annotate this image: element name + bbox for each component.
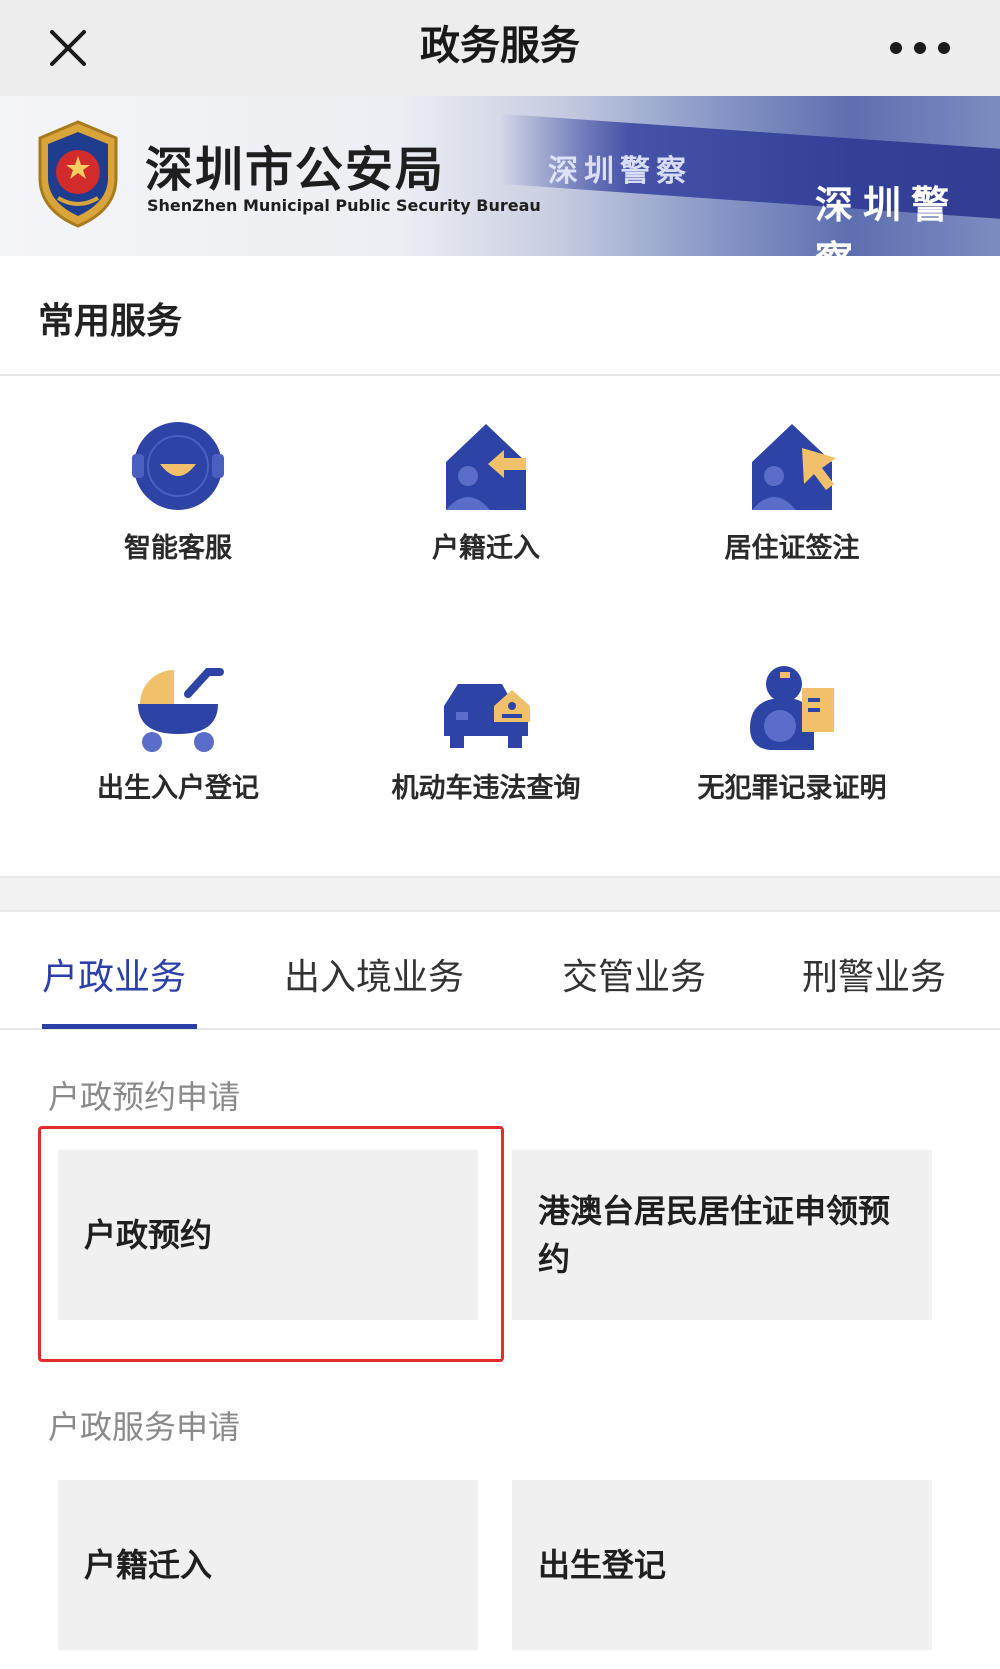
group-label-household-service: 户政服务申请 (48, 1408, 241, 1446)
house-arrow-icon (446, 424, 526, 510)
common-services-grid: 智能客服 户籍迁入 居住证签注 出生入户登记 机动车违法查询 无犯罪记录证明 (0, 378, 1000, 876)
page-title: 政务服务 (420, 23, 580, 69)
service-label: 机动车违法查询 (391, 773, 581, 804)
more-dots-icon (890, 42, 950, 54)
tab-household-affairs[interactable]: 户政业务 (42, 948, 186, 1000)
active-tab-indicator (42, 1024, 197, 1029)
service-label: 智能客服 (124, 533, 232, 564)
section-title: 常用服务 (38, 301, 183, 342)
service-residence-permit-endorsement[interactable]: 居住证签注 (642, 418, 942, 618)
banner-stripe-text-right: 深圳警察 (815, 183, 960, 256)
service-birth-registration[interactable]: 出生入户登记 (28, 658, 328, 858)
group-label-household-appointment: 户政预约申请 (48, 1078, 241, 1116)
car-house-icon (444, 684, 530, 748)
police-emblem-icon (38, 120, 118, 228)
service-label: 出生入户登记 (97, 773, 259, 804)
bureau-name-cn: 深圳市公安局 (145, 142, 446, 198)
customer-service-icon (132, 422, 224, 510)
service-vehicle-violation-query[interactable]: 机动车违法查询 (336, 658, 636, 858)
card-label: 出生登记 (538, 1546, 667, 1584)
business-tabs: 户政业务 出入境业务 交管业务 刑警业务 (0, 912, 1000, 1030)
bureau-name-en: ShenZhen Municipal Public Security Burea… (147, 196, 541, 215)
tab-criminal-police-affairs[interactable]: 刑警业务 (802, 948, 946, 1000)
common-services-header: 常用服务 (0, 256, 1000, 376)
card-household-transfer[interactable]: 户籍迁入 (58, 1480, 478, 1650)
tab-traffic-affairs[interactable]: 交管业务 (562, 948, 706, 1000)
card-household-appointment[interactable]: 户政预约 (58, 1150, 478, 1320)
card-birth-registration[interactable]: 出生登记 (512, 1480, 932, 1650)
card-label: 户籍迁入 (84, 1546, 213, 1584)
card-label: 户政预约 (84, 1216, 213, 1254)
house-cursor-icon (752, 424, 836, 510)
service-label: 户籍迁入 (432, 533, 540, 564)
top-navigation-bar: 政务服务 (0, 0, 1000, 96)
more-options-button[interactable] (880, 20, 960, 76)
stroller-icon (138, 668, 224, 752)
card-label: 港澳台居民居住证申领预约 (538, 1192, 891, 1278)
service-smart-customer-service[interactable]: 智能客服 (28, 418, 328, 618)
bureau-banner: 深圳警察 深圳警察 深圳市公安局 ShenZhen Municipal Publ… (0, 96, 1000, 256)
service-no-criminal-record-certificate[interactable]: 无犯罪记录证明 (642, 658, 942, 858)
service-household-registration-transfer[interactable]: 户籍迁入 (336, 418, 636, 618)
tab-exit-entry-affairs[interactable]: 出入境业务 (284, 948, 464, 1000)
banner-stripe-text-left: 深圳警察 (548, 154, 692, 189)
section-divider (0, 876, 1000, 912)
card-hmt-residence-permit-appointment[interactable]: 港澳台居民居住证申领预约 (512, 1150, 932, 1320)
police-document-icon (750, 666, 834, 750)
service-label: 居住证签注 (724, 533, 860, 564)
service-label: 无犯罪记录证明 (697, 773, 887, 804)
